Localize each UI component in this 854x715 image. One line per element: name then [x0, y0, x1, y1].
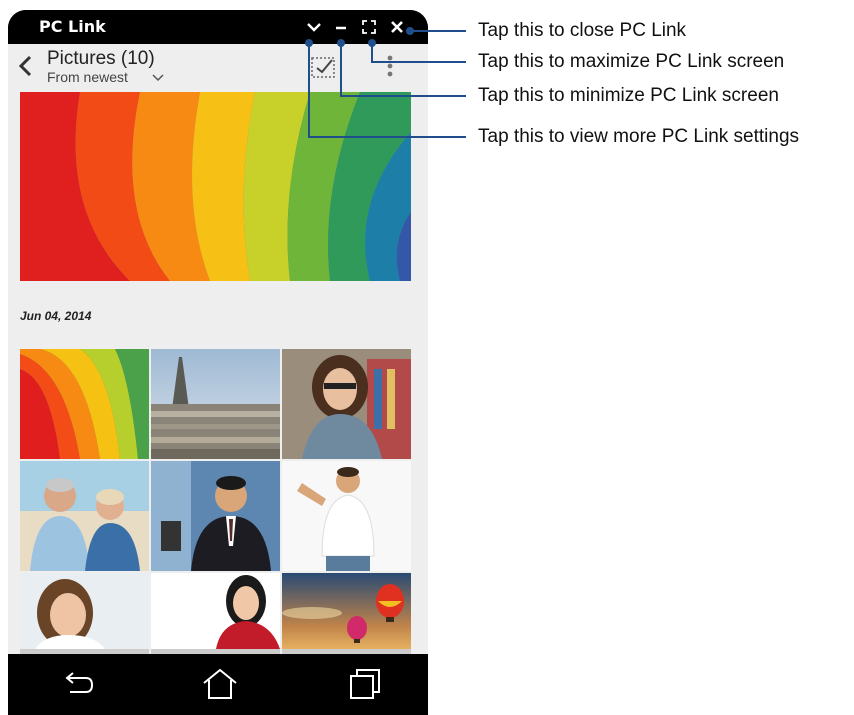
- chevron-down-icon[interactable]: [152, 73, 164, 83]
- date-group-label: Jun 04, 2014: [20, 309, 92, 323]
- callout-settings: Tap this to view more PC Link settings: [478, 126, 800, 147]
- window-title: PC Link: [39, 17, 106, 36]
- sort-dropdown[interactable]: From newest: [47, 69, 128, 85]
- recent-apps-icon[interactable]: [343, 666, 387, 702]
- thumbnail-businessman[interactable]: [151, 461, 280, 571]
- photo-grid: [20, 349, 411, 683]
- home-icon[interactable]: [198, 666, 242, 702]
- title-bar: PC Link: [8, 10, 428, 44]
- navigation-bar: [8, 654, 428, 715]
- featured-photo[interactable]: [20, 92, 411, 281]
- callout-close: Tap this to close PC Link: [478, 20, 687, 41]
- thumbnail-paris[interactable]: [151, 349, 280, 459]
- app-screen: Pictures (10) From newest Jun 04, 2014: [8, 44, 428, 683]
- chevron-down-icon[interactable]: [303, 15, 325, 39]
- thumbnail-senior-couple[interactable]: [20, 461, 149, 571]
- gallery-header: Pictures (10) From newest: [8, 44, 428, 92]
- thumbnail-man-tshirt[interactable]: [282, 461, 411, 571]
- thumbnail-woman-glasses[interactable]: [282, 349, 411, 459]
- minimize-icon[interactable]: [330, 15, 352, 39]
- maximize-icon[interactable]: [358, 15, 380, 39]
- back-arrow-icon[interactable]: [16, 53, 36, 79]
- callout-maximize: Tap this to maximize PC Link screen: [478, 51, 785, 72]
- back-icon[interactable]: [56, 666, 100, 702]
- close-icon[interactable]: [386, 15, 408, 39]
- pc-link-window: PC Link Pictures (10) From newest Jun 04…: [8, 10, 428, 715]
- select-checkbox-icon[interactable]: [310, 54, 338, 80]
- callout-minimize: Tap this to minimize PC Link screen: [478, 85, 779, 106]
- overflow-menu-icon[interactable]: [384, 52, 396, 80]
- thumbnail-rainbow[interactable]: [20, 349, 149, 459]
- album-title[interactable]: Pictures (10): [47, 48, 155, 70]
